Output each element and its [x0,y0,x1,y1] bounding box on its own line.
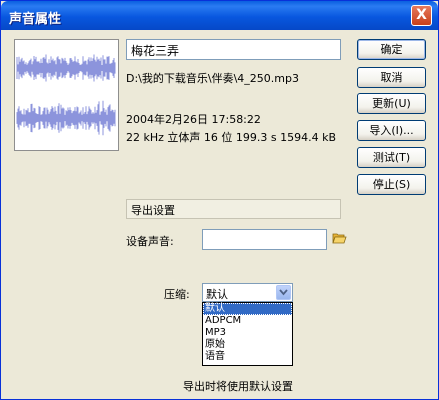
chevron-down-icon[interactable] [276,285,291,300]
sound-info: 22 kHz 立体声 16 位 199.3 s 1594.4 kB [126,131,337,144]
compression-label: 压缩: [164,288,190,301]
stop-button[interactable]: 停止(S) [357,174,426,195]
export-settings-header: 导出设置 [126,199,341,219]
close-icon: X [416,7,427,23]
sound-name-field[interactable]: 梅花三弄 [126,39,341,60]
compression-option-adpcm[interactable]: ADPCM [203,315,292,327]
cancel-button[interactable]: 取消 [357,67,426,88]
waveform-preview [14,39,119,151]
device-sound-label: 设备声音: [126,235,174,248]
waveform-right-channel [16,100,116,136]
waveform-graphic [16,54,116,136]
compression-select[interactable]: 默认 [202,283,293,302]
close-button[interactable]: X [411,5,432,26]
title-bar[interactable]: 声音属性 X [1,1,438,30]
export-settings-title: 导出设置 [131,204,175,217]
ok-button[interactable]: 确定 [357,39,426,60]
test-button[interactable]: 测试(T) [357,147,426,168]
device-sound-input[interactable] [202,229,327,250]
waveform-left-channel [16,54,116,82]
compression-selected-value: 默认 [206,288,228,301]
compression-option-mp3[interactable]: MP3 [203,327,292,339]
folder-icon[interactable] [332,231,347,245]
export-status-text: 导出时将使用默认设置 [183,380,293,393]
compression-option-raw[interactable]: 原始 [203,339,292,351]
compression-option-speech[interactable]: 语音 [203,351,292,363]
dialog-title: 声音属性 [9,12,62,27]
sound-file-path: D:\我的下载音乐\伴奏\4_250.mp3 [126,72,299,85]
sound-date: 2004年2月26日 17:58:22 [126,113,261,126]
compression-option-default[interactable]: 默认 [203,303,292,315]
update-button[interactable]: 更新(U) [357,93,426,114]
compression-dropdown-list: 默认 ADPCM MP3 原始 语音 [202,302,293,366]
sound-properties-dialog: 声音属性 X 梅花三弄 D:\我的下载音乐\伴奏\4_250.mp3 2004年… [0,0,439,400]
import-button[interactable]: 导入(I)... [357,120,426,141]
